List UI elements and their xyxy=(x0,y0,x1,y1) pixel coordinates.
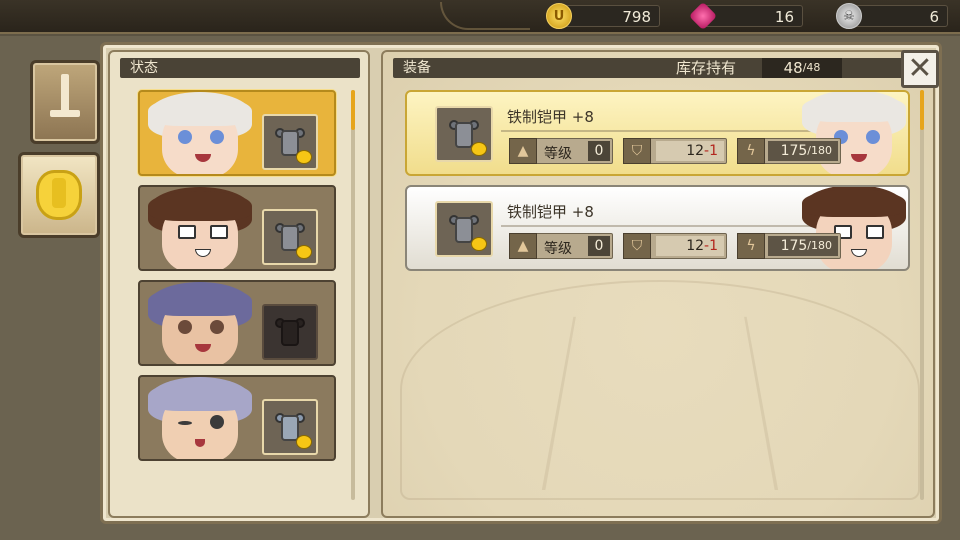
top-resource-bar: U 798 16 ☠ 6 xyxy=(0,0,960,34)
emblem-watermark-inner xyxy=(541,316,779,490)
swap-arrow-icon xyxy=(471,142,487,156)
gold-value: 798 xyxy=(622,8,651,26)
sword-icon xyxy=(48,74,82,130)
stock-label: 库存持有 xyxy=(676,59,737,77)
swap-arrow-icon xyxy=(296,150,312,164)
character-card-glasses-boy[interactable] xyxy=(138,185,336,271)
equipment-scroll-thumb[interactable] xyxy=(920,90,924,130)
level-stat: ▲ 等级 0 xyxy=(509,233,613,259)
gem-value: 16 xyxy=(774,8,794,26)
equipped-armor-slot[interactable] xyxy=(262,399,318,455)
equipment-scrollbar[interactable] xyxy=(920,90,924,500)
gold-counter: U 798 xyxy=(546,3,660,29)
equipment-name: 铁制铠甲 +8 xyxy=(507,203,594,221)
durability-icon: ϟ xyxy=(737,138,765,164)
level-up-icon: ▲ xyxy=(509,233,537,259)
silver-token-icon: ☠ xyxy=(836,3,862,29)
ornament-flourish xyxy=(440,2,530,30)
stock-count: 48/48 xyxy=(762,58,842,78)
shield-icon: ⛉ xyxy=(623,138,651,164)
shield-icon: ⛉ xyxy=(623,233,651,259)
character-portrait xyxy=(140,187,260,269)
character-card-purple-haired-boy[interactable] xyxy=(138,280,336,366)
swap-arrow-icon xyxy=(296,435,312,449)
character-portrait xyxy=(140,377,260,459)
defense-value: 12-1 xyxy=(656,236,724,256)
close-icon: ✕ xyxy=(907,51,933,86)
status-scroll-thumb[interactable] xyxy=(351,90,355,130)
equipment-name: 铁制铠甲 +8 xyxy=(507,108,594,126)
defense-stat: ⛉ 12-1 xyxy=(623,138,727,164)
gold-coin-icon: U xyxy=(546,3,572,29)
pink-gem-icon xyxy=(688,1,718,31)
durability-icon: ϟ xyxy=(737,233,765,259)
armor-silhouette-icon xyxy=(275,312,305,352)
character-portrait xyxy=(140,282,260,364)
swap-arrow-icon xyxy=(471,237,487,251)
level-up-icon: ▲ xyxy=(509,138,537,164)
equipment-icon-box xyxy=(435,106,493,162)
empty-armor-slot[interactable] xyxy=(262,304,318,360)
armor-icon xyxy=(36,170,82,220)
defense-value: 12-1 xyxy=(656,141,724,161)
defense-stat: ⛉ 12-1 xyxy=(623,233,727,259)
character-portrait xyxy=(140,92,260,174)
level-label: 等级 xyxy=(544,146,572,162)
gem-counter: 16 xyxy=(688,1,803,31)
level-value: 0 xyxy=(588,236,610,256)
equipped-armor-slot[interactable] xyxy=(262,114,318,170)
equipped-armor-slot[interactable] xyxy=(262,209,318,265)
status-scrollbar[interactable] xyxy=(351,90,355,500)
level-stat: ▲ 等级 0 xyxy=(509,138,613,164)
character-card-elf-man[interactable] xyxy=(138,375,336,461)
close-button[interactable]: ✕ xyxy=(901,50,939,88)
character-card-white-haired-girl[interactable] xyxy=(138,90,336,176)
level-label: 等级 xyxy=(544,241,572,257)
token-value: 6 xyxy=(929,8,939,26)
equipment-icon-box xyxy=(435,201,493,257)
durability-value: 175/180 xyxy=(768,236,838,256)
tab-armor[interactable] xyxy=(18,152,100,238)
token-counter: ☠ 6 xyxy=(836,3,948,29)
tab-weapon[interactable] xyxy=(30,60,100,144)
durability-stat: ϟ 175/180 xyxy=(737,138,841,164)
equipment-row[interactable]: 铁制铠甲 +8 ▲ 等级 0 ⛉ 12-1 ϟ 175/180 xyxy=(405,90,910,176)
equipment-row[interactable]: 铁制铠甲 +8 ▲ 等级 0 ⛉ 12-1 ϟ 175/180 xyxy=(405,185,910,271)
level-value: 0 xyxy=(588,141,610,161)
durability-value: 175/180 xyxy=(768,141,838,161)
durability-stat: ϟ 175/180 xyxy=(737,233,841,259)
swap-arrow-icon xyxy=(296,245,312,259)
status-header: 状态 xyxy=(120,58,360,78)
